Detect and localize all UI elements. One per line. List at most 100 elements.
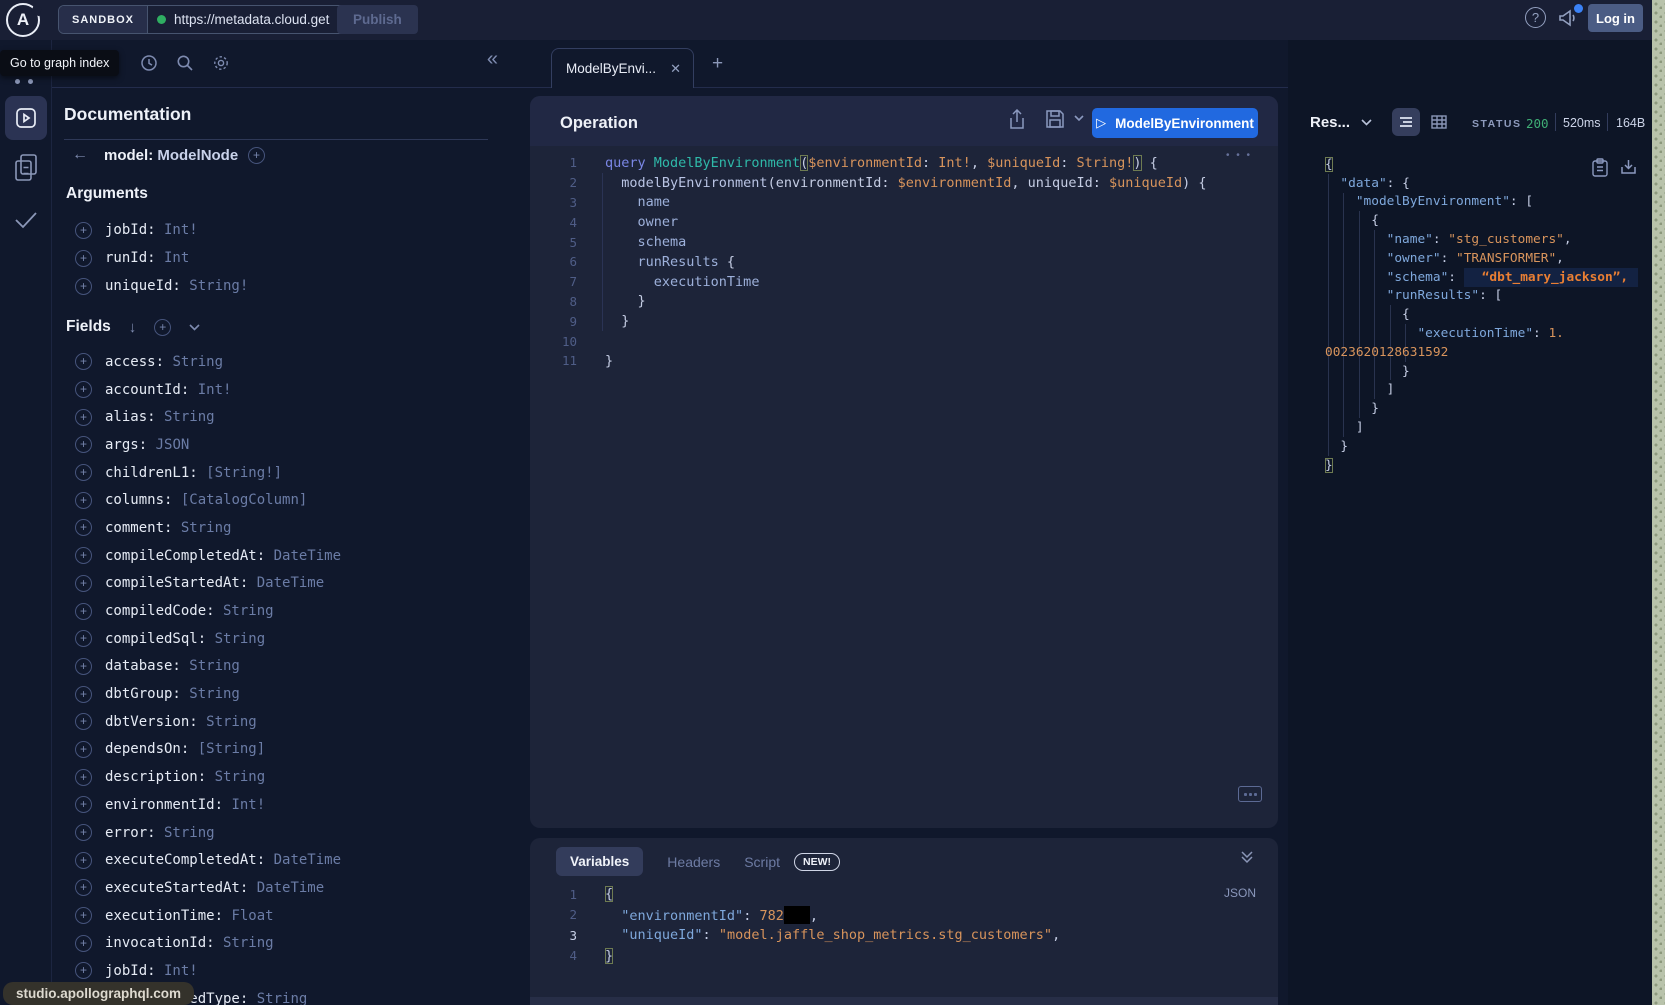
code-line[interactable]: "data": { <box>1325 174 1638 193</box>
settings-gear-icon[interactable] <box>212 54 230 72</box>
share-icon[interactable] <box>1008 109 1026 131</box>
add-to-query-button[interactable]: + <box>75 630 92 647</box>
rail-item-checks[interactable] <box>13 208 39 232</box>
add-to-query-button[interactable]: + <box>75 492 92 509</box>
field-row-database[interactable]: +database: String <box>52 653 516 681</box>
back-arrow-icon[interactable]: ← <box>72 146 88 164</box>
code-line[interactable]: "modelByEnvironment": [ <box>1325 193 1638 212</box>
field-row-runId[interactable]: +runId: Int <box>52 244 516 272</box>
add-to-query-button[interactable]: + <box>75 519 92 536</box>
operation-editor[interactable]: 1query ModelByEnvironment($environmentId… <box>530 153 1278 371</box>
response-title-dropdown[interactable]: Res... <box>1310 114 1372 131</box>
add-to-query-button[interactable]: + <box>75 250 92 267</box>
tab-headers[interactable]: Headers <box>667 854 720 870</box>
code-line[interactable]: 8 } <box>530 292 1278 312</box>
endpoint-url-group[interactable]: SANDBOX https://metadata.cloud.get <box>58 5 368 34</box>
add-to-query-button[interactable]: + <box>75 436 92 453</box>
add-to-query-button[interactable]: + <box>75 353 92 370</box>
add-to-query-button[interactable]: + <box>75 409 92 426</box>
field-row-jobId[interactable]: +jobId: Int! <box>52 216 516 244</box>
code-line[interactable]: 10 <box>530 331 1278 351</box>
field-row-uniqueId[interactable]: +uniqueId: String! <box>52 272 516 300</box>
publish-button[interactable]: Publish <box>337 5 418 34</box>
add-to-query-button[interactable]: + <box>75 962 92 979</box>
add-to-query-button[interactable]: + <box>75 907 92 924</box>
code-line[interactable]: "schema": “dbt_mary_jackson”, <box>1325 268 1638 287</box>
tab-modelbyenvironment[interactable]: ModelByEnvi... ✕ <box>551 48 694 88</box>
save-options-chevron-icon[interactable] <box>1074 115 1084 122</box>
history-icon[interactable] <box>140 54 158 72</box>
add-to-query-button[interactable]: + <box>75 713 92 730</box>
code-line[interactable]: "executionTime": 1. <box>1325 324 1638 343</box>
rail-item-explorer[interactable] <box>5 96 47 140</box>
code-line[interactable]: { <box>1325 155 1638 174</box>
field-row-compileCompletedAt[interactable]: +compileCompletedAt: DateTime <box>52 542 516 570</box>
code-line[interactable]: 1query ModelByEnvironment($environmentId… <box>530 153 1278 173</box>
code-line[interactable]: ] <box>1325 381 1638 400</box>
add-to-query-button[interactable]: + <box>75 741 92 758</box>
field-row-dbtVersion[interactable]: +dbtVersion: String <box>52 708 516 736</box>
code-line[interactable]: "runResults": [ <box>1325 287 1638 306</box>
field-row-alias[interactable]: +alias: String <box>52 403 516 431</box>
code-line[interactable]: } <box>1325 362 1638 381</box>
field-row-comment[interactable]: +comment: String <box>52 514 516 542</box>
add-to-query-button[interactable]: + <box>75 464 92 481</box>
sort-descending-icon[interactable]: ↓ <box>129 319 137 336</box>
chevron-down-icon[interactable] <box>189 324 200 331</box>
code-line[interactable]: { <box>1325 305 1638 324</box>
variables-editor[interactable]: 1{2 "environmentId": 782,3 "uniqueId": "… <box>530 884 1278 966</box>
field-row-executionTime[interactable]: +executionTime: Float <box>52 902 516 930</box>
field-row-error[interactable]: +error: String <box>52 819 516 847</box>
response-tree-view-toggle[interactable] <box>1392 108 1420 136</box>
field-row-dbtGroup[interactable]: +dbtGroup: String <box>52 680 516 708</box>
search-icon[interactable] <box>176 54 194 72</box>
field-row-accountId[interactable]: +accountId: Int! <box>52 376 516 404</box>
response-table-view-toggle[interactable] <box>1428 111 1450 133</box>
code-line[interactable]: } <box>1325 456 1638 475</box>
collapse-sidebar-icon[interactable]: « <box>487 48 498 71</box>
field-row-description[interactable]: +description: String <box>52 763 516 791</box>
tab-script[interactable]: Script <box>744 854 780 870</box>
add-field-button[interactable]: + <box>248 147 265 164</box>
code-line[interactable]: } <box>1325 437 1638 456</box>
add-tab-button[interactable]: + <box>712 53 723 75</box>
code-line[interactable]: 6 runResults { <box>530 252 1278 272</box>
code-line[interactable]: 0023620128631592 <box>1325 343 1638 362</box>
collapse-panel-double-chevron-icon[interactable] <box>1240 850 1254 864</box>
add-to-query-button[interactable]: + <box>75 575 92 592</box>
help-button[interactable]: ? <box>1525 7 1546 28</box>
field-row-executeCompletedAt[interactable]: +executeCompletedAt: DateTime <box>52 846 516 874</box>
save-icon[interactable] <box>1045 109 1065 129</box>
code-line[interactable]: 5 schema <box>530 232 1278 252</box>
code-line[interactable]: 11} <box>530 351 1278 371</box>
endpoint-url-field[interactable]: https://metadata.cloud.get <box>148 6 367 33</box>
add-to-query-button[interactable]: + <box>75 658 92 675</box>
field-row-executeStartedAt[interactable]: +executeStartedAt: DateTime <box>52 874 516 902</box>
field-row-access[interactable]: +access: String <box>52 348 516 376</box>
tab-variables[interactable]: Variables <box>556 847 643 876</box>
add-to-query-button[interactable]: + <box>75 603 92 620</box>
field-row-compileStartedAt[interactable]: +compileStartedAt: DateTime <box>52 570 516 598</box>
add-to-query-button[interactable]: + <box>75 935 92 952</box>
add-to-query-button[interactable]: + <box>75 222 92 239</box>
add-to-query-button[interactable]: + <box>75 824 92 841</box>
add-to-query-button[interactable]: + <box>75 879 92 896</box>
code-line[interactable]: ] <box>1325 418 1638 437</box>
code-line[interactable]: 3 "uniqueId": "model.jaffle_shop_metrics… <box>530 925 1278 946</box>
close-icon[interactable]: ✕ <box>670 61 681 77</box>
add-to-query-button[interactable]: + <box>75 278 92 295</box>
add-all-fields-button[interactable]: + <box>154 319 171 336</box>
code-line[interactable]: 9 } <box>530 311 1278 331</box>
field-row-jobId[interactable]: +jobId: Int! <box>52 957 516 985</box>
field-row-compiledCode[interactable]: +compiledCode: String <box>52 597 516 625</box>
code-line[interactable]: 7 executionTime <box>530 272 1278 292</box>
code-line[interactable]: 4} <box>530 946 1278 967</box>
add-to-query-button[interactable]: + <box>75 769 92 786</box>
code-line[interactable]: "owner": "TRANSFORMER", <box>1325 249 1638 268</box>
login-button[interactable]: Log in <box>1588 4 1643 32</box>
code-line[interactable]: 4 owner <box>530 212 1278 232</box>
code-line[interactable]: 2 "environmentId": 782, <box>530 905 1278 926</box>
field-row-dependsOn[interactable]: +dependsOn: [String] <box>52 736 516 764</box>
add-to-query-button[interactable]: + <box>75 547 92 564</box>
field-row-columns[interactable]: +columns: [CatalogColumn] <box>52 486 516 514</box>
